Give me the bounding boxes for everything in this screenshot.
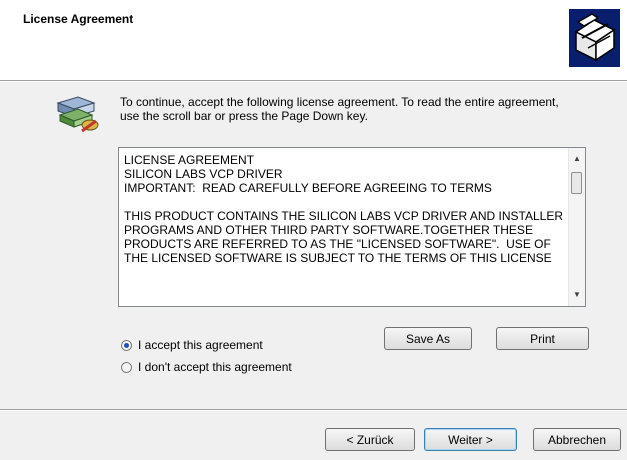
footer-divider — [0, 409, 627, 411]
accept-option[interactable]: I accept this agreement — [121, 338, 263, 352]
page-title: License Agreement — [23, 12, 134, 26]
print-button[interactable]: Print — [496, 327, 589, 350]
save-as-button[interactable]: Save As — [384, 327, 472, 350]
accept-label: I accept this agreement — [138, 338, 263, 352]
setup-computer-icon — [56, 96, 99, 133]
decline-label: I don't accept this agreement — [138, 360, 292, 374]
cancel-button[interactable]: Abbrechen — [533, 428, 621, 451]
scroll-up-arrow-icon[interactable]: ▲ — [569, 151, 585, 167]
accept-radio[interactable] — [121, 339, 132, 351]
header-divider — [0, 80, 627, 82]
decline-option[interactable]: I don't accept this agreement — [121, 360, 292, 374]
intro-text: To continue, accept the following licens… — [120, 95, 559, 123]
license-text: LICENSE AGREEMENT SILICON LABS VCP DRIVE… — [124, 153, 563, 265]
license-textbox[interactable]: LICENSE AGREEMENT SILICON LABS VCP DRIVE… — [118, 147, 586, 307]
license-scrollbar[interactable]: ▲ ▼ — [568, 148, 585, 306]
next-button[interactable]: Weiter > — [424, 428, 517, 451]
scroll-thumb[interactable] — [571, 172, 582, 194]
back-button[interactable]: < Zurück — [325, 428, 415, 451]
scroll-down-arrow-icon[interactable]: ▼ — [569, 287, 585, 303]
decline-radio[interactable] — [121, 361, 132, 373]
installer-box-icon — [569, 9, 620, 67]
wizard-header: License Agreement — [0, 0, 627, 80]
